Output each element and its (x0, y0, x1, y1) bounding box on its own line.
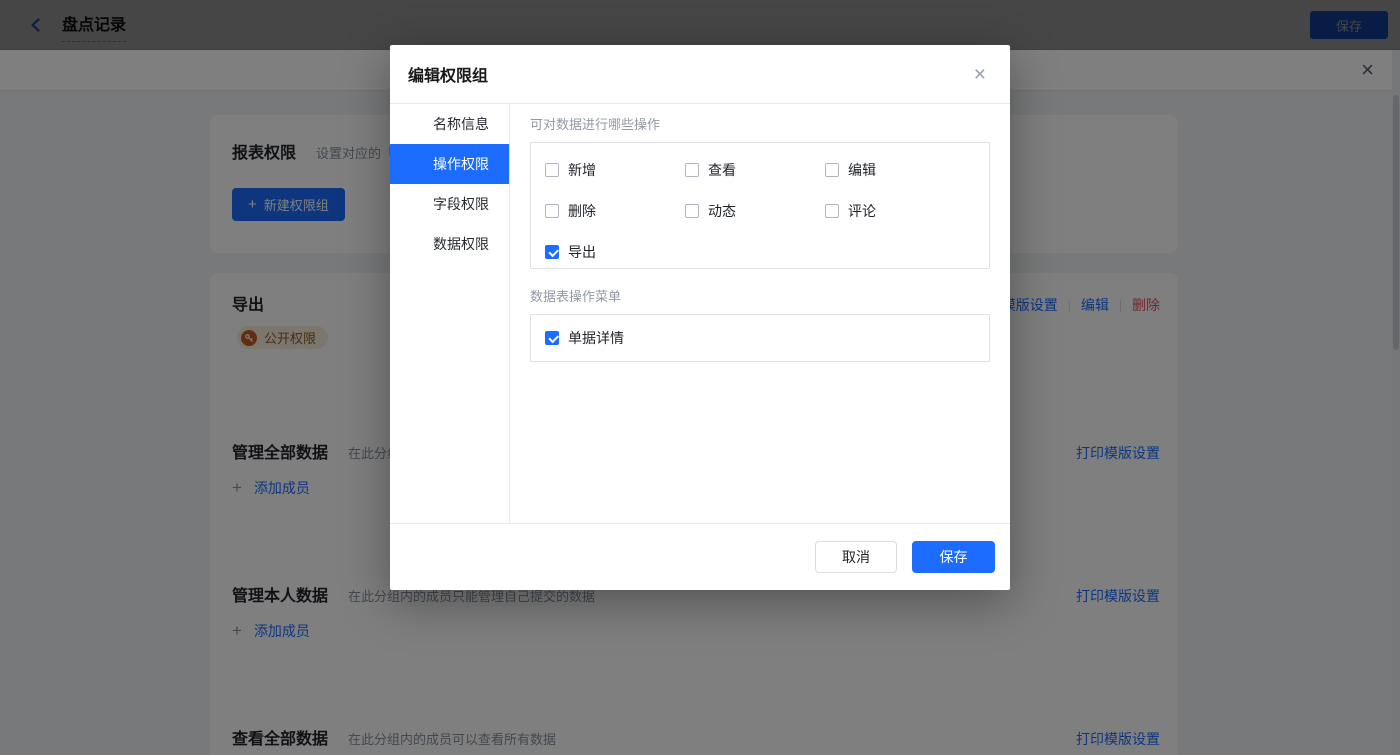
checkbox-option[interactable]: 动态 (685, 201, 825, 220)
checkbox-option[interactable]: 评论 (825, 201, 975, 220)
modal-footer: 取消 保存 (390, 523, 1010, 590)
checkbox-icon (685, 162, 699, 177)
checkbox-option[interactable]: 单据详情 (545, 329, 624, 348)
checkbox-option[interactable]: 新增 (545, 160, 685, 179)
save-button[interactable]: 保存 (912, 541, 995, 573)
operations-section-label: 可对数据进行哪些操作 (530, 117, 661, 132)
checkbox-icon (825, 203, 839, 218)
tab-data-permission[interactable]: 数据权限 (390, 224, 509, 264)
modal-tabs: 名称信息 操作权限 字段权限 数据权限 (390, 104, 510, 523)
edit-permission-group-modal: 编辑权限组 × 名称信息 操作权限 字段权限 数据权限 可对数据进行哪些操作 新… (390, 45, 1010, 590)
checkbox-icon (545, 203, 559, 218)
checkbox-option[interactable]: 查看 (685, 160, 825, 179)
app-root: 盘点记录 保存 × 报表权限 设置对应的「权限组」，管理成员对报表数据的操作权限… (0, 0, 1400, 755)
menu-checkbox-group: 单据详情 (530, 314, 990, 362)
checkbox-option[interactable]: 删除 (545, 201, 685, 220)
menu-section-label: 数据表操作菜单 (530, 289, 622, 304)
modal-content: 可对数据进行哪些操作 新增 查看 编辑 删除 动态 评论 导出 数据表操作菜单 … (510, 104, 1010, 523)
cancel-button[interactable]: 取消 (815, 541, 897, 573)
modal-body: 名称信息 操作权限 字段权限 数据权限 可对数据进行哪些操作 新增 查看 编辑 … (390, 104, 1010, 523)
checkbox-checked-icon (545, 244, 559, 259)
tab-name-info[interactable]: 名称信息 (390, 104, 509, 144)
checkbox-icon (545, 162, 559, 177)
modal-header: 编辑权限组 × (390, 45, 1010, 104)
checkbox-option[interactable]: 导出 (545, 242, 685, 261)
modal-title: 编辑权限组 (408, 68, 489, 85)
checkbox-icon (825, 162, 839, 177)
operations-checkbox-group: 新增 查看 编辑 删除 动态 评论 导出 (530, 142, 990, 269)
tab-operation-permission[interactable]: 操作权限 (390, 144, 509, 184)
checkbox-icon (685, 203, 699, 218)
modal-close-icon[interactable]: × (974, 64, 986, 85)
tab-field-permission[interactable]: 字段权限 (390, 184, 509, 224)
checkbox-option[interactable]: 编辑 (825, 160, 975, 179)
checkbox-checked-icon (545, 331, 559, 345)
